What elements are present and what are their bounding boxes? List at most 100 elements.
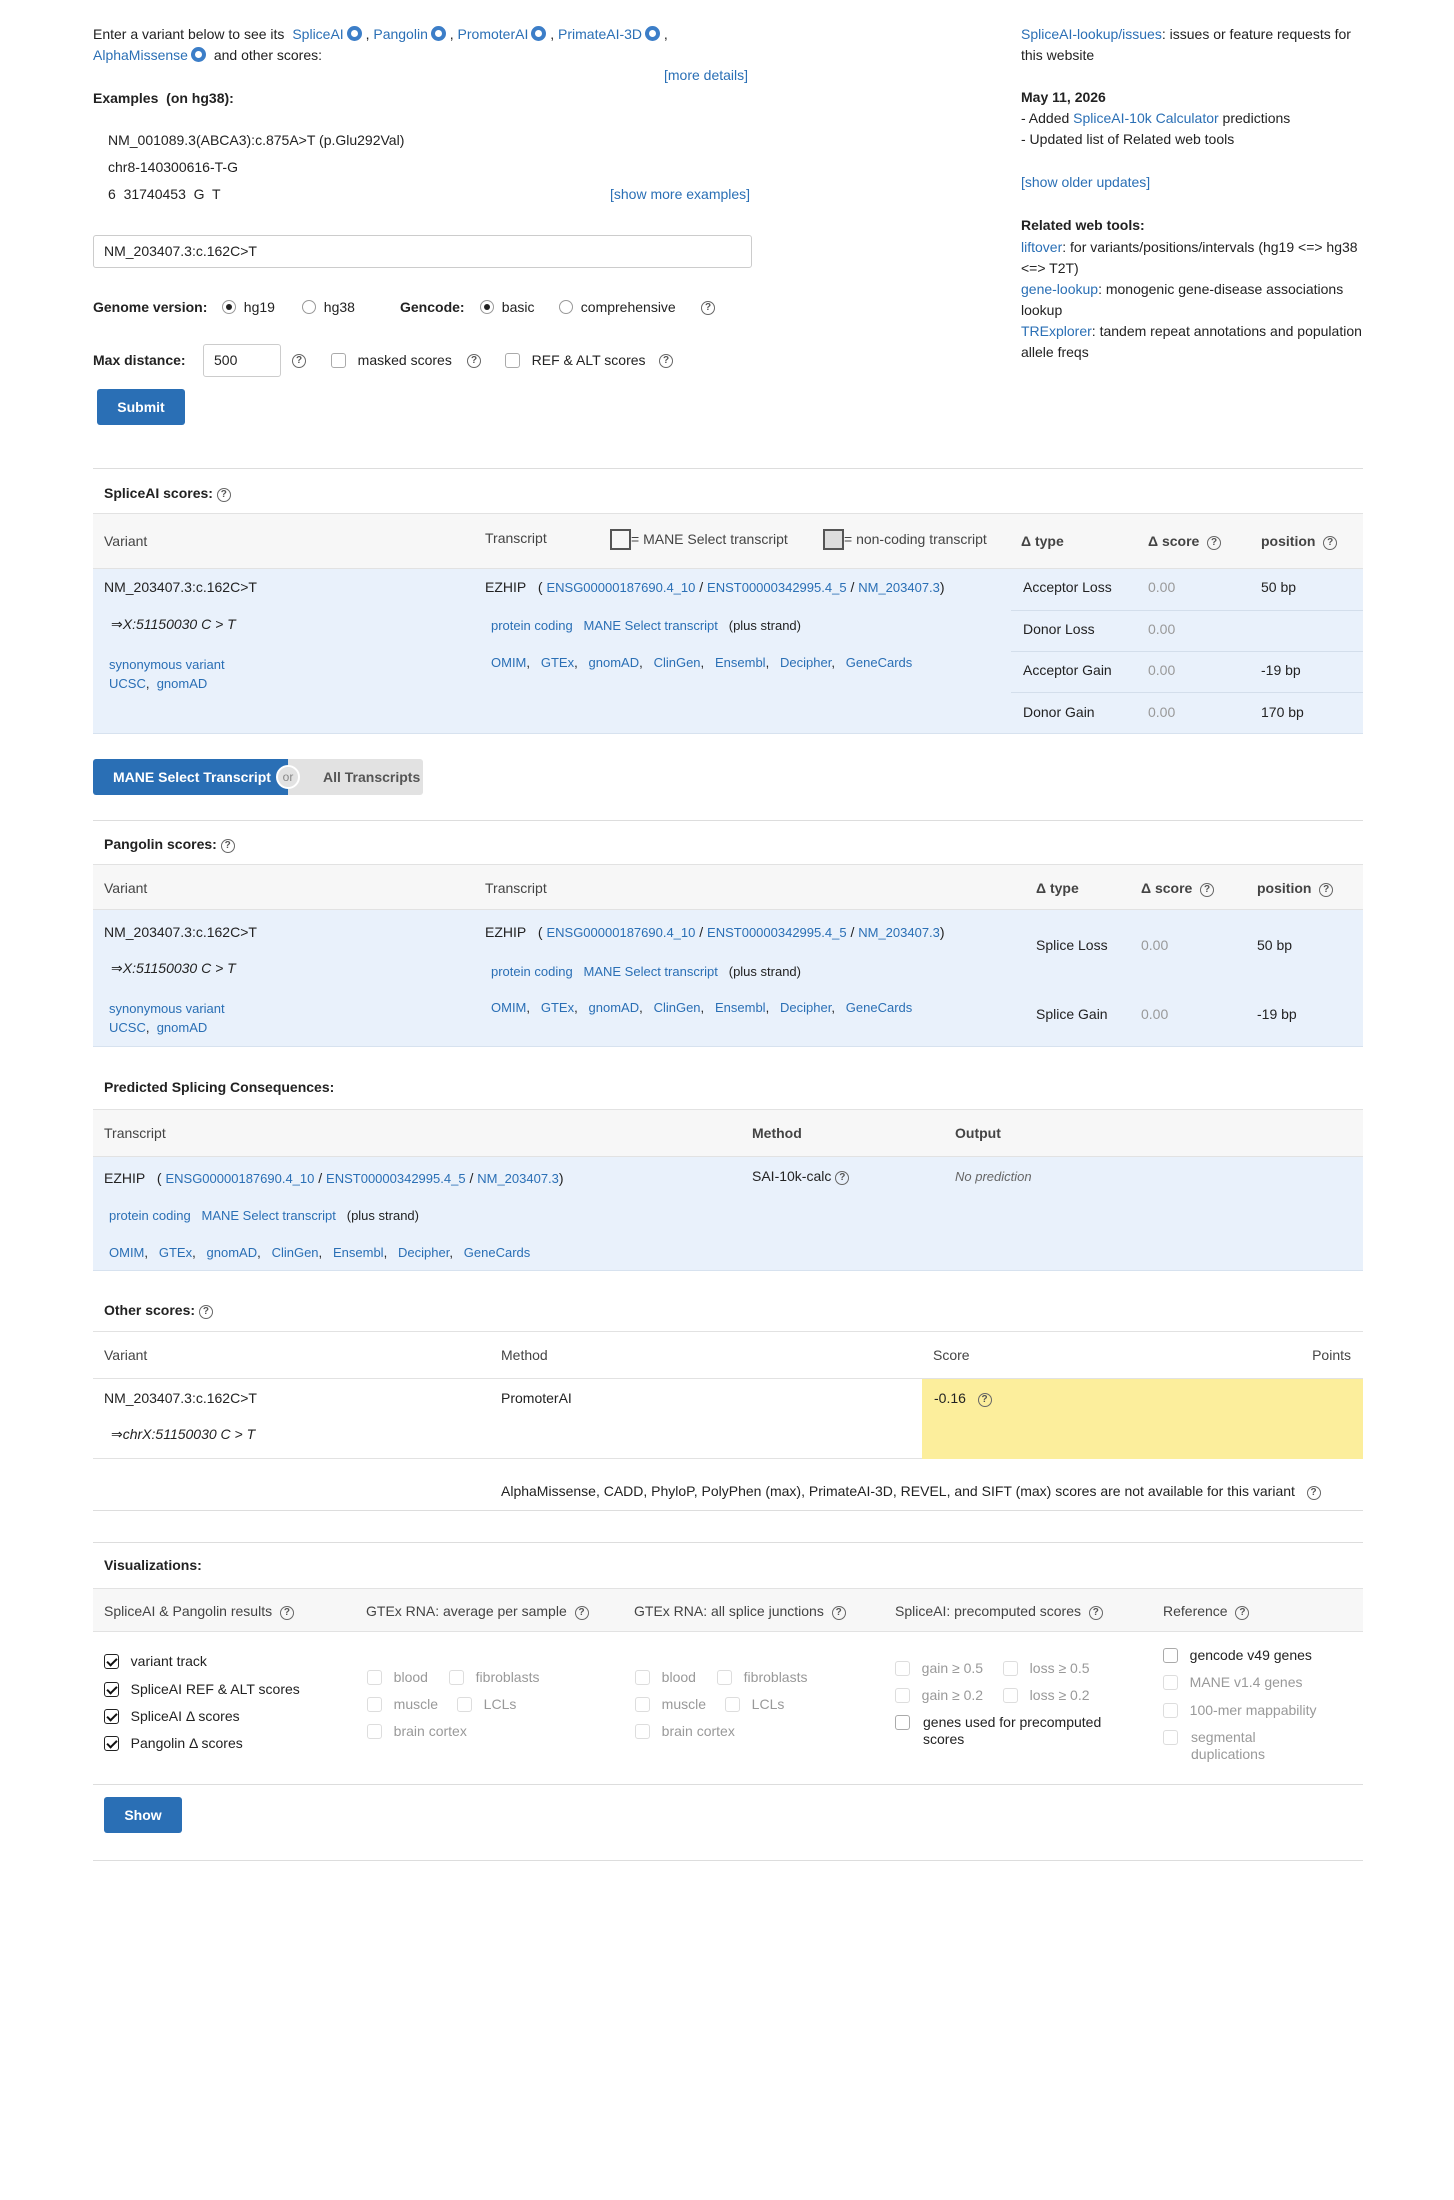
show-button[interactable]: Show <box>104 1797 182 1833</box>
help-icon[interactable]: ? <box>1235 1606 1250 1620</box>
ref-alt-checkbox[interactable]: REF & ALT scores <box>505 352 646 368</box>
gnomad-link[interactable]: gnomAD <box>589 655 640 670</box>
precomputed-genes-checkbox[interactable]: genes used for precomputed scores <box>895 1714 1125 1748</box>
calculator-link[interactable]: SpliceAI-10k Calculator <box>1073 110 1219 126</box>
nm-link[interactable]: NM_203407.3 <box>858 925 940 940</box>
github-icon[interactable] <box>531 26 547 41</box>
help-icon[interactable]: ? <box>835 1171 850 1185</box>
decipher-link[interactable]: Decipher <box>780 655 831 670</box>
gnomad-link[interactable]: gnomAD <box>157 1020 208 1035</box>
primateai-link[interactable]: PrimateAI-3D <box>558 26 642 42</box>
more-details-link[interactable]: [more details] <box>664 67 748 83</box>
mane-link[interactable]: MANE Select transcript <box>584 964 718 979</box>
ensembl-link[interactable]: Ensembl <box>715 655 766 670</box>
search-input[interactable]: NM_203407.3:c.162C>T <box>93 235 752 268</box>
help-icon[interactable]: ? <box>574 1606 589 1620</box>
gtex-avg-blood-checkbox[interactable]: blood <box>367 1669 428 1685</box>
gtex-junc-muscle-checkbox[interactable]: muscle <box>635 1696 706 1712</box>
gtex-avg-muscle-checkbox[interactable]: muscle <box>367 1696 438 1712</box>
help-icon[interactable]: ? <box>292 354 306 368</box>
gene-lookup-link[interactable]: gene-lookup <box>1021 281 1098 297</box>
gnomad-link[interactable]: gnomAD <box>589 1000 640 1015</box>
ucsc-link[interactable]: UCSC <box>109 676 146 691</box>
loss-05-checkbox[interactable]: loss ≥ 0.5 <box>1003 1660 1090 1676</box>
help-icon[interactable]: ? <box>1088 1606 1103 1620</box>
biotype-link[interactable]: protein coding <box>491 618 573 633</box>
help-icon[interactable]: ? <box>198 1305 213 1319</box>
ensg-link[interactable]: ENSG00000187690.4_10 <box>546 925 695 940</box>
clingen-link[interactable]: ClinGen <box>272 1245 319 1260</box>
genecards-link[interactable]: GeneCards <box>846 655 912 670</box>
show-more-examples-link[interactable]: [show more examples] <box>610 186 750 202</box>
spliceai-delta-checkbox[interactable]: SpliceAI Δ scores <box>104 1708 240 1724</box>
mane-link[interactable]: MANE Select transcript <box>202 1208 336 1223</box>
mane-transcript-toggle[interactable]: MANE Select Transcript <box>93 759 288 795</box>
help-icon[interactable]: ? <box>831 1606 846 1620</box>
gtex-avg-fibroblasts-checkbox[interactable]: fibroblasts <box>449 1669 539 1685</box>
mane-link[interactable]: MANE Select transcript <box>584 618 718 633</box>
masked-scores-checkbox[interactable]: masked scores <box>331 352 452 368</box>
nm-link[interactable]: NM_203407.3 <box>858 580 940 595</box>
help-icon[interactable]: ? <box>1323 536 1338 550</box>
help-icon[interactable]: ? <box>467 354 481 368</box>
decipher-link[interactable]: Decipher <box>398 1245 449 1260</box>
help-icon[interactable]: ? <box>977 1393 992 1407</box>
enst-link[interactable]: ENST00000342995.4_5 <box>326 1171 466 1186</box>
gtex-junc-brain-checkbox[interactable]: brain cortex <box>635 1723 735 1739</box>
help-icon[interactable]: ? <box>1319 883 1334 897</box>
help-icon[interactable]: ? <box>659 354 673 368</box>
ucsc-link[interactable]: UCSC <box>109 1020 146 1035</box>
github-icon[interactable] <box>430 26 446 41</box>
promoterai-link[interactable]: PromoterAI <box>458 26 529 42</box>
gain-02-checkbox[interactable]: gain ≥ 0.2 <box>895 1687 983 1703</box>
gain-05-checkbox[interactable]: gain ≥ 0.5 <box>895 1660 983 1676</box>
help-icon[interactable]: ? <box>1200 883 1215 897</box>
spliceai-link[interactable]: SpliceAI <box>292 26 343 42</box>
enst-link[interactable]: ENST00000342995.4_5 <box>707 580 847 595</box>
genome-hg19-radio[interactable]: hg19 <box>222 299 275 315</box>
gencode-comprehensive-radio[interactable]: comprehensive <box>559 299 676 315</box>
mappability-checkbox[interactable]: 100-mer mappability <box>1163 1702 1317 1718</box>
gencode-genes-checkbox[interactable]: gencode v49 genes <box>1163 1647 1312 1663</box>
enst-link[interactable]: ENST00000342995.4_5 <box>707 925 847 940</box>
github-icon[interactable] <box>190 47 206 62</box>
omim-link[interactable]: OMIM <box>491 1000 526 1015</box>
ensg-link[interactable]: ENSG00000187690.4_10 <box>546 580 695 595</box>
trexplorer-link[interactable]: TRExplorer <box>1021 323 1092 339</box>
gtex-junc-lcls-checkbox[interactable]: LCLs <box>725 1696 784 1712</box>
older-updates-link[interactable]: [show older updates] <box>1021 174 1150 190</box>
genecards-link[interactable]: GeneCards <box>464 1245 530 1260</box>
maxdist-input[interactable]: 500 <box>203 344 281 377</box>
gtex-link[interactable]: GTEx <box>541 1000 574 1015</box>
gtex-avg-brain-checkbox[interactable]: brain cortex <box>367 1723 467 1739</box>
help-icon[interactable]: ? <box>1207 536 1222 550</box>
ensembl-link[interactable]: Ensembl <box>715 1000 766 1015</box>
example-item[interactable]: NM_001089.3(ABCA3):c.875A>T (p.Glu292Val… <box>108 132 404 148</box>
spliceai-refalt-checkbox[interactable]: SpliceAI REF & ALT scores <box>104 1681 300 1697</box>
segdup-checkbox[interactable]: segmental duplications <box>1163 1729 1313 1763</box>
clingen-link[interactable]: ClinGen <box>654 1000 701 1015</box>
variant-track-checkbox[interactable]: variant track <box>104 1653 207 1669</box>
gtex-junc-fibroblasts-checkbox[interactable]: fibroblasts <box>717 1669 807 1685</box>
liftover-link[interactable]: liftover <box>1021 239 1062 255</box>
issues-link[interactable]: SpliceAI-lookup/issues <box>1021 26 1162 42</box>
example-item[interactable]: chr8-140300616-T-G <box>108 159 238 175</box>
help-icon[interactable]: ? <box>279 1606 294 1620</box>
pangolin-link[interactable]: Pangolin <box>373 26 428 42</box>
gnomad-link[interactable]: gnomAD <box>207 1245 258 1260</box>
biotype-link[interactable]: protein coding <box>491 964 573 979</box>
decipher-link[interactable]: Decipher <box>780 1000 831 1015</box>
omim-link[interactable]: OMIM <box>109 1245 144 1260</box>
all-transcripts-toggle[interactable]: All Transcripts <box>288 759 423 795</box>
help-icon[interactable]: ? <box>220 839 235 853</box>
mane-genes-checkbox[interactable]: MANE v1.4 genes <box>1163 1674 1303 1690</box>
genome-hg38-radio[interactable]: hg38 <box>302 299 355 315</box>
nm-link[interactable]: NM_203407.3 <box>477 1171 559 1186</box>
pangolin-delta-checkbox[interactable]: Pangolin Δ scores <box>104 1735 243 1751</box>
gencode-basic-radio[interactable]: basic <box>480 299 534 315</box>
clingen-link[interactable]: ClinGen <box>654 655 701 670</box>
genecards-link[interactable]: GeneCards <box>846 1000 912 1015</box>
gtex-junc-blood-checkbox[interactable]: blood <box>635 1669 696 1685</box>
github-icon[interactable] <box>645 26 661 41</box>
gnomad-link[interactable]: gnomAD <box>157 676 208 691</box>
